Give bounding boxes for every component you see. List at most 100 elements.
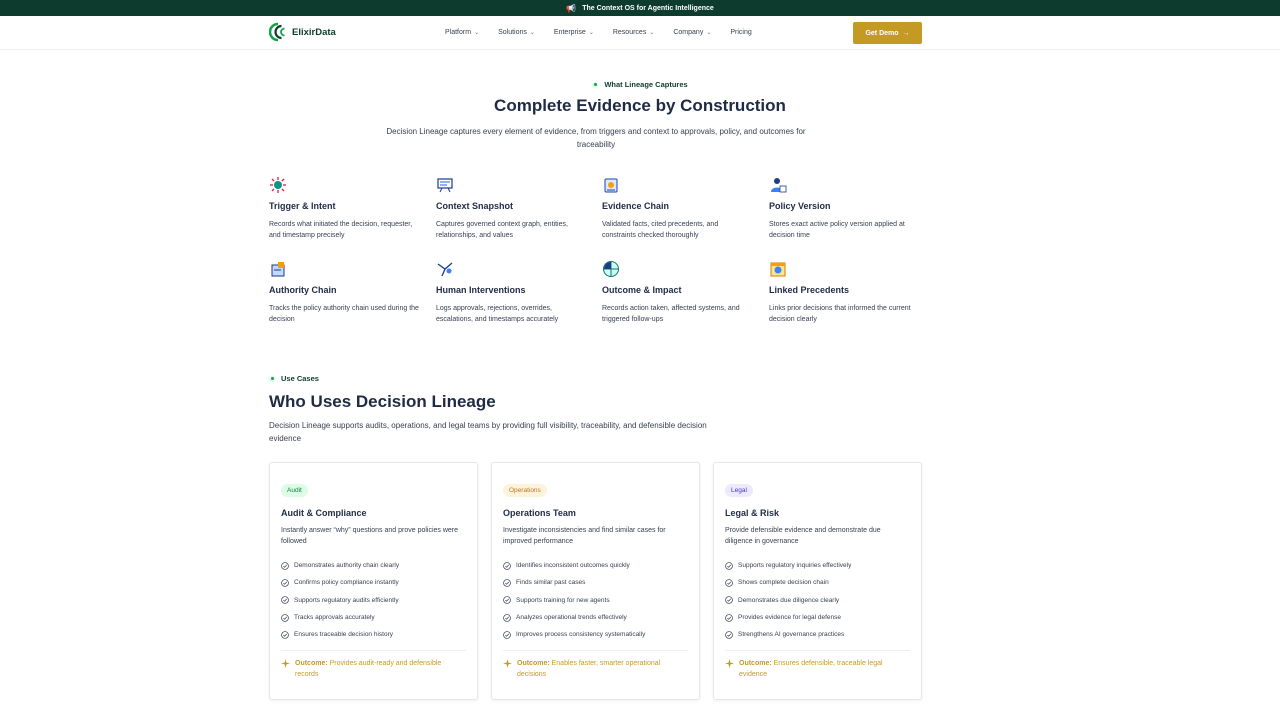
card-desc: Instantly answer “why” questions and pro… <box>281 527 459 545</box>
point-text: Supports regulatory audits efficiently <box>294 596 399 604</box>
feature-desc: Tracks the policy authority chain used d… <box>269 305 419 323</box>
divider <box>281 650 466 652</box>
feature-authority-chain: Authority Chain Tracks the policy author… <box>269 260 419 325</box>
sparkle-icon <box>725 659 734 669</box>
card-points: Identifies inconsistent outcomes quickly… <box>503 557 688 643</box>
menu-pricing[interactable]: Pricing <box>730 29 751 36</box>
chevron-down-icon: ⌄ <box>649 30 655 36</box>
point-text: Supports regulatory inquiries effectivel… <box>738 562 852 570</box>
menu-label: Enterprise <box>553 29 586 36</box>
card-desc: Investigate inconsistencies and find sim… <box>503 527 666 545</box>
menu-label: Pricing <box>730 29 752 36</box>
dot-icon <box>269 375 275 382</box>
feature-evidence-chain: Evidence Chain Validated facts, cited pr… <box>602 176 752 241</box>
card-badge: Legal <box>725 484 753 497</box>
arrow-right-icon: → <box>902 29 910 37</box>
point-text: Demonstrates authority chain clearly <box>294 562 400 570</box>
feature-trigger-intent: Trigger & Intent Records what initiated … <box>269 176 419 241</box>
point-text: Strengthens AI governance practices <box>738 631 845 639</box>
check-circle-icon <box>281 579 289 587</box>
dot-icon <box>592 81 599 88</box>
card-badge: Audit <box>281 484 308 497</box>
card-title: Operations Team <box>503 508 576 518</box>
lineage-eyebrow: What Lineage Captures <box>0 80 1280 89</box>
card-desc: Provide defensible evidence and demonstr… <box>725 527 881 545</box>
check-circle-icon <box>725 613 733 622</box>
chevron-down-icon: ⌄ <box>529 30 535 36</box>
logo[interactable]: ElixirData <box>269 22 336 42</box>
evidence-chain-icon <box>604 178 618 193</box>
card-points: Supports regulatory inquiries effectivel… <box>725 557 910 643</box>
globe-impact-icon <box>603 261 619 277</box>
feature-desc: Records action taken, affected systems, … <box>602 305 740 323</box>
point-text: Analyzes operational trends effectively <box>516 614 627 622</box>
eyebrow-text: What Lineage Captures <box>604 80 688 89</box>
use-cases-subtitle: Decision Lineage supports audits, operat… <box>269 421 707 443</box>
check-circle-icon <box>725 561 733 570</box>
check-circle-icon <box>503 596 511 605</box>
announcement-banner[interactable]: 📢 The Context OS for Agentic Intelligenc… <box>0 0 1280 16</box>
context-snapshot-icon <box>437 178 453 193</box>
check-circle-icon <box>281 613 289 622</box>
use-case-card-operations: Operations Operations Team Investigate i… <box>491 462 700 700</box>
card-points: Demonstrates authority chain clearly Con… <box>281 557 466 643</box>
check-circle-icon <box>725 579 733 587</box>
card-title: Legal & Risk <box>725 508 780 518</box>
outcome-label: Outcome: <box>517 660 550 668</box>
check-circle-icon <box>725 631 733 639</box>
lineage-title: Complete Evidence by Construction <box>494 96 786 115</box>
feature-context-snapshot: Context Snapshot Captures governed conte… <box>436 176 586 241</box>
logo-text: ElixirData <box>292 26 336 38</box>
feature-desc: Links prior decisions that informed the … <box>769 305 911 323</box>
menu-solutions[interactable]: Solutions ⌄ <box>498 29 535 36</box>
megaphone-icon: 📢 <box>566 3 577 13</box>
check-circle-icon <box>503 613 511 622</box>
card-outcome: Outcome: Ensures defensible, traceable l… <box>725 658 910 680</box>
chevron-down-icon: ⌄ <box>474 30 480 36</box>
card-badge: Operations <box>503 484 547 497</box>
banner-text: The Context OS for Agentic Intelligence <box>582 4 714 12</box>
human-intervention-icon <box>437 262 453 277</box>
get-demo-label: Get Demo <box>865 29 899 37</box>
divider <box>725 650 910 652</box>
menu-company[interactable]: Company ⌄ <box>673 29 711 36</box>
sparkle-icon <box>281 659 290 669</box>
list-item: Identifies inconsistent outcomes quickly <box>503 557 688 574</box>
list-item: Ensures traceable decision history <box>281 626 466 643</box>
use-case-card-audit: Audit Audit & Compliance Instantly answe… <box>269 462 478 700</box>
list-item: Analyzes operational trends effectively <box>503 609 688 626</box>
outcome-label: Outcome: <box>739 660 772 668</box>
eyebrow-text: Use Cases <box>281 374 319 383</box>
elixirdata-logo-icon <box>269 22 285 42</box>
top-navigation: ElixirData Platform ⌄ Solutions ⌄ Enterpri… <box>0 16 1280 50</box>
menu-platform[interactable]: Platform ⌄ <box>445 29 479 36</box>
menu-enterprise[interactable]: Enterprise ⌄ <box>554 29 594 36</box>
list-item: Supports regulatory audits efficiently <box>281 592 466 609</box>
outcome-label: Outcome: <box>295 660 328 668</box>
feature-outcome-impact: Outcome & Impact Records action taken, a… <box>602 260 752 325</box>
lineage-subtitle: Decision Lineage captures every element … <box>386 127 806 149</box>
list-item: Supports regulatory inquiries effectivel… <box>725 557 910 574</box>
check-circle-icon <box>503 579 511 587</box>
list-item: Supports training for new agents <box>503 592 688 609</box>
use-cases-eyebrow: Use Cases <box>269 374 319 383</box>
point-text: Tracks approvals accurately <box>294 614 375 622</box>
feature-human-interventions: Human Interventions Logs approvals, reje… <box>436 260 586 325</box>
feature-linked-precedents: Linked Precedents Links prior decisions … <box>769 260 919 325</box>
card-outcome: Outcome: Enables faster, smarter operati… <box>503 658 688 680</box>
menu-resources[interactable]: Resources ⌄ <box>613 29 655 36</box>
authority-chain-icon <box>271 262 285 277</box>
feature-policy-version: Policy Version Stores exact active polic… <box>769 176 919 241</box>
menu-label: Company <box>673 29 704 36</box>
menu-label: Solutions <box>498 29 527 36</box>
chevron-down-icon: ⌄ <box>706 30 712 36</box>
check-circle-icon <box>725 596 733 605</box>
get-demo-button[interactable]: Get Demo → <box>853 22 922 44</box>
point-text: Ensures traceable decision history <box>294 631 393 639</box>
policy-user-icon <box>771 178 787 193</box>
list-item: Demonstrates due diligence clearly <box>725 592 910 609</box>
feature-desc: Stores exact active policy version appli… <box>769 221 905 239</box>
feature-title: Policy Version <box>769 201 831 211</box>
point-text: Finds similar past cases <box>516 579 586 587</box>
point-text: Confirms policy compliance instantly <box>294 579 399 587</box>
